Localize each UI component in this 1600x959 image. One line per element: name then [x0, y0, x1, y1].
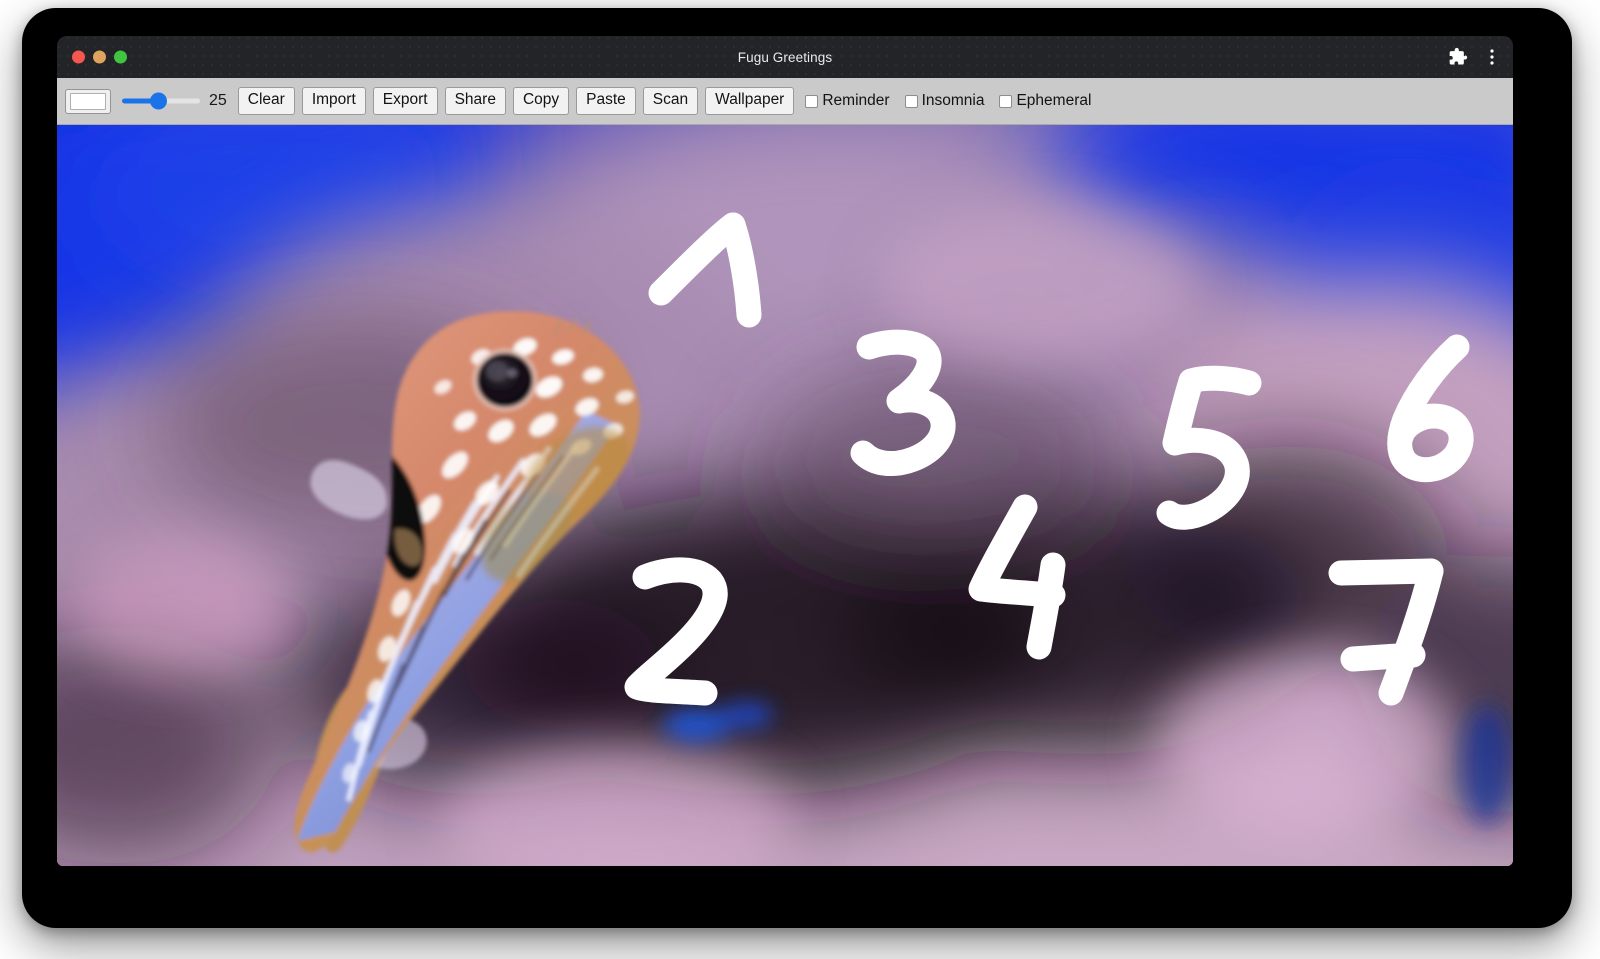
- line-width-slider[interactable]: [122, 90, 200, 112]
- traffic-lights: [72, 50, 127, 64]
- copy-button[interactable]: Copy: [512, 87, 570, 115]
- ink-layer: [57, 125, 1513, 866]
- drawing-canvas[interactable]: [57, 125, 1513, 866]
- insomnia-checkbox-group[interactable]: Insomnia: [904, 92, 989, 110]
- paste-button[interactable]: Paste: [576, 87, 636, 115]
- import-button[interactable]: Import: [301, 87, 366, 115]
- digit-7-stroke: [1328, 558, 1444, 706]
- extensions-puzzle-icon[interactable]: [1448, 47, 1468, 67]
- digit-3-stroke: [850, 329, 956, 476]
- titlebar-actions: [1448, 47, 1500, 67]
- minimize-window-button[interactable]: [93, 50, 106, 64]
- color-picker-input[interactable]: [65, 88, 111, 114]
- insomnia-label: Insomnia: [921, 92, 985, 109]
- reminder-checkbox[interactable]: [805, 94, 819, 108]
- ephemeral-checkbox[interactable]: [999, 94, 1013, 108]
- ephemeral-checkbox-group[interactable]: Ephemeral: [999, 92, 1095, 110]
- slider-value-label: 25: [209, 92, 227, 109]
- reminder-label: Reminder: [822, 92, 890, 109]
- digit-5-stroke: [1156, 365, 1262, 530]
- digit-6-stroke: [1387, 334, 1474, 483]
- digit-2-stroke: [624, 557, 728, 706]
- app-window: Fugu Greetings 25 Clear Import Export Sh…: [57, 36, 1513, 866]
- close-window-button[interactable]: [72, 50, 85, 64]
- wallpaper-button[interactable]: Wallpaper: [705, 87, 795, 115]
- share-button[interactable]: Share: [444, 87, 506, 115]
- title-bar: Fugu Greetings: [57, 36, 1513, 78]
- slider-thumb[interactable]: [150, 92, 167, 110]
- reminder-checkbox-group[interactable]: Reminder: [805, 92, 893, 110]
- scan-button[interactable]: Scan: [642, 87, 699, 115]
- digit-4-stroke: [968, 494, 1066, 660]
- maximize-window-button[interactable]: [114, 50, 127, 64]
- window-title: Fugu Greetings: [737, 49, 833, 65]
- color-swatch-fill: [70, 92, 106, 110]
- digit-1-stroke: [648, 212, 762, 328]
- toolbar: 25 Clear Import Export Share Copy Paste …: [57, 78, 1513, 125]
- screenshot-root: Fugu Greetings 25 Clear Import Export Sh…: [0, 0, 1600, 959]
- insomnia-checkbox[interactable]: [904, 94, 918, 108]
- more-menu-icon[interactable]: [1484, 47, 1500, 67]
- ephemeral-label: Ephemeral: [1016, 92, 1092, 109]
- export-button[interactable]: Export: [372, 87, 438, 115]
- clear-button[interactable]: Clear: [237, 87, 295, 115]
